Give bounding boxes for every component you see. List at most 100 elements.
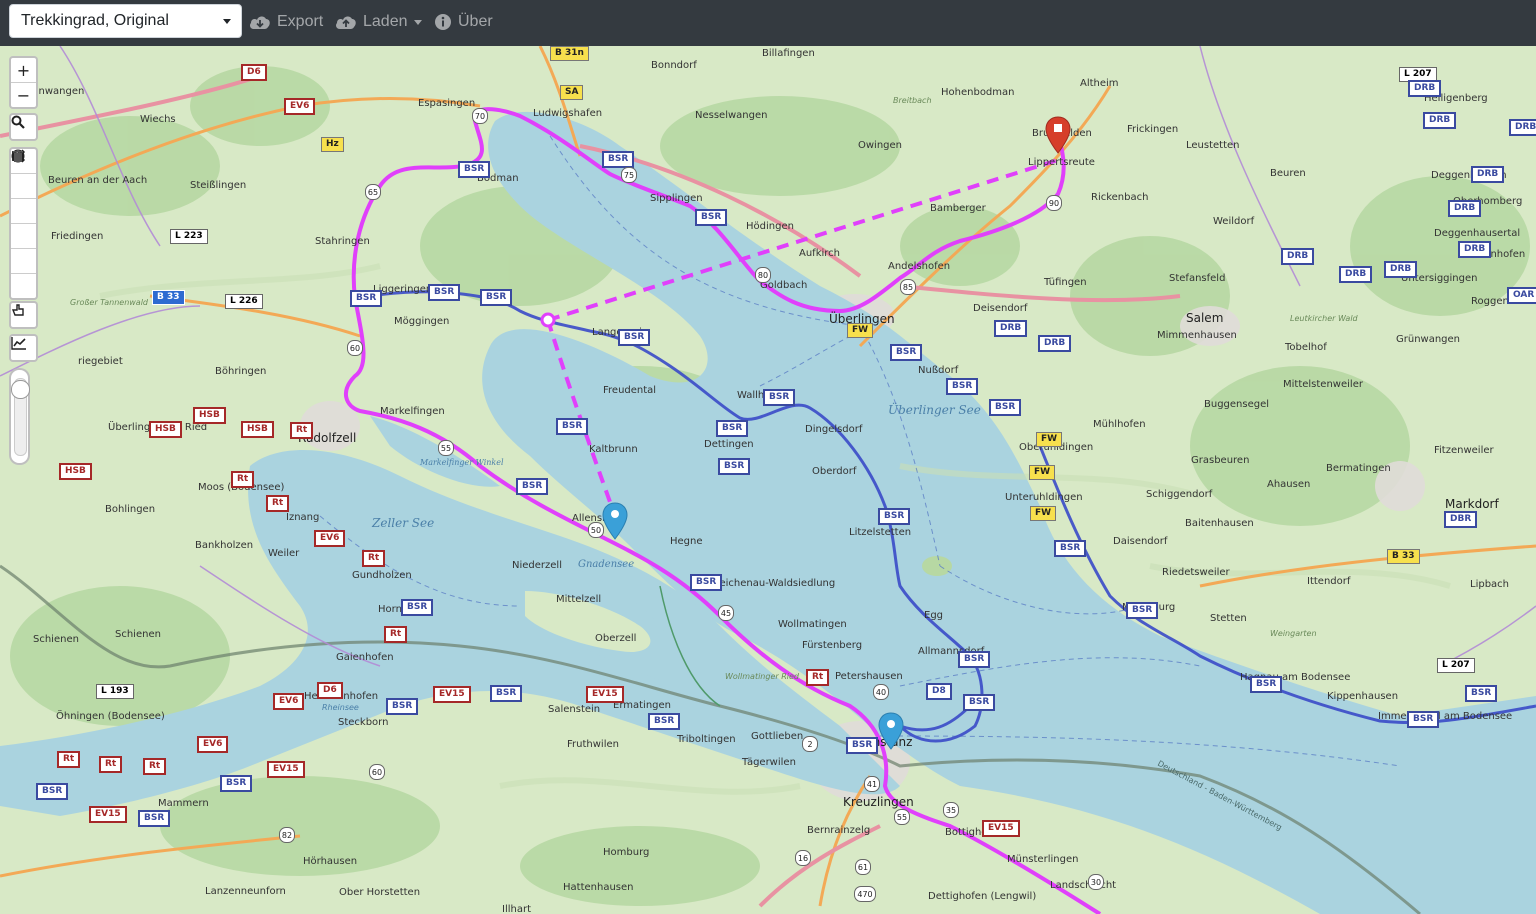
road-shield-l207: L 207: [1400, 68, 1436, 81]
road-shield-ev15: EV15: [984, 822, 1018, 835]
road-shield-bsr: BSR: [482, 291, 511, 304]
place-label: Altheim: [1080, 78, 1119, 89]
place-label: Mittelzell: [556, 594, 602, 605]
map-label: Breitbach: [893, 96, 932, 105]
reroute-button[interactable]: [11, 149, 36, 199]
place-label: Kippenhausen: [1327, 691, 1399, 702]
place-label: Lipbach: [1470, 579, 1510, 590]
elevation-profile-button[interactable]: [11, 336, 36, 360]
place-label: Wollmatingen: [778, 619, 847, 630]
load-dropdown[interactable]: Laden: [335, 10, 422, 34]
delete-route-button[interactable]: [11, 149, 36, 298]
road-shield-bsr: BSR: [604, 153, 633, 166]
zoom-out-button[interactable]: −: [11, 83, 36, 107]
beeline-button[interactable]: [11, 151, 36, 274]
road-shield-dbr: DBR: [1446, 513, 1476, 526]
search-icon: [11, 115, 25, 129]
place-label: Markelfingen: [380, 406, 445, 417]
place-label: Grasbeuren: [1191, 455, 1250, 466]
via-marker-icon[interactable]: [878, 712, 904, 750]
road-shield-bsr: BSR: [388, 700, 417, 713]
place-label: Espasingen: [418, 98, 476, 109]
road-shield-ev6: EV6: [275, 695, 303, 708]
road-shield-ev15: EV15: [588, 688, 622, 701]
road-shield-bsr: BSR: [892, 346, 921, 359]
place-label: Ober Horstetten: [339, 887, 421, 898]
road-shield-d6: D6: [319, 684, 341, 697]
export-button[interactable]: Export: [249, 10, 323, 34]
route-number: 70: [472, 108, 488, 124]
road-shield-hsb: HSB: [243, 423, 272, 436]
place-label: Gottlieben: [751, 731, 804, 742]
road-shield-bsr: BSR: [140, 812, 169, 825]
place-label: Bohlingen: [105, 504, 156, 515]
map-label: Wollmatinger Ried: [725, 672, 799, 681]
opacity-slider-handle[interactable]: [11, 380, 30, 399]
search-button[interactable]: [11, 115, 36, 139]
caret-down-icon: [413, 19, 422, 25]
route-number: 61: [855, 859, 871, 875]
circle-nogo-button[interactable]: [11, 150, 36, 249]
route-number: 30: [1088, 874, 1104, 890]
nogo-area-button[interactable]: [11, 149, 36, 224]
place-label: Ermatingen: [613, 700, 671, 711]
route-number: 82: [279, 827, 295, 843]
place-label: Andelshofen: [888, 261, 951, 272]
trash-icon: [13, 149, 23, 162]
place-label: Horn: [378, 604, 402, 615]
place-label: Tüfingen: [1044, 277, 1087, 288]
place-label: Bonndorf: [651, 60, 697, 71]
start-marker-icon[interactable]: [602, 502, 628, 540]
place-label: Schienen: [115, 629, 161, 640]
place-label: Sipplingen: [650, 193, 703, 204]
transit-button[interactable]: [11, 303, 36, 327]
road-shield-l226: L 226: [226, 295, 262, 308]
chart-line-icon: [11, 337, 26, 350]
route-number: 55: [894, 809, 910, 825]
road-shield-b33b: B 33: [1388, 550, 1419, 563]
road-shield-drb: DRB: [1511, 121, 1536, 134]
opacity-slider[interactable]: [9, 368, 30, 465]
place-label: Petershausen: [835, 671, 903, 682]
about-button[interactable]: Über: [434, 10, 493, 34]
place-label: Bankholzen: [195, 540, 254, 551]
place-label: Riedetsweiler: [1162, 567, 1230, 578]
place-label: Hohenbodman: [941, 87, 1015, 98]
zoom-in-button[interactable]: +: [11, 58, 36, 83]
place-label: Deisendorf: [973, 303, 1028, 314]
place-label: Kaltbrunn: [589, 444, 638, 455]
profile-select[interactable]: Trekkingrad, Original: [9, 4, 242, 38]
end-marker-icon[interactable]: [1045, 116, 1071, 154]
route-number: 90: [1046, 195, 1062, 211]
place-label: Niederzell: [512, 560, 562, 571]
route-number: 45: [718, 605, 734, 621]
place-label: Liggeringen: [373, 284, 433, 295]
road-shield-bsr: BSR: [697, 211, 726, 224]
road-shield-drb: DRB: [996, 322, 1026, 335]
water-label-zeller-see: Zeller See: [372, 516, 435, 530]
road-shield-hsb: HSB: [61, 465, 90, 478]
road-shield-d8: D8: [928, 685, 950, 698]
route-number: 65: [365, 184, 381, 200]
place-label: Weiler: [268, 548, 300, 559]
profile-select-value: Trekkingrad, Original: [21, 12, 169, 29]
route-number: 60: [369, 764, 385, 780]
map-label: Rheinsee: [322, 703, 359, 712]
place-label: Stetten: [1210, 613, 1247, 624]
place-label: Bamberger: [930, 203, 986, 214]
road-shield-ev6: EV6: [286, 100, 314, 113]
map-label: Weingarten: [1270, 629, 1317, 638]
place-label: Stefansfeld: [1169, 273, 1226, 284]
place-label: Egg: [924, 610, 944, 621]
road-shield-b33: B 33: [153, 291, 184, 304]
place-label: Möggingen: [394, 316, 450, 327]
road-shield-bsr: BSR: [1252, 678, 1281, 691]
place-label: Buggensegel: [1204, 399, 1270, 410]
road-shield-oar: OAR: [1509, 289, 1536, 302]
place-label: Freudental: [603, 385, 657, 396]
place-label: Unteruhldingen: [1005, 492, 1083, 503]
map-canvas[interactable]: Überlinger See Zeller See Gnadensee Mark…: [0, 46, 1536, 914]
place-label: Friedingen: [51, 231, 104, 242]
map-label: Großer Tannenwald: [70, 298, 149, 307]
place-label: Böhringen: [215, 366, 267, 377]
